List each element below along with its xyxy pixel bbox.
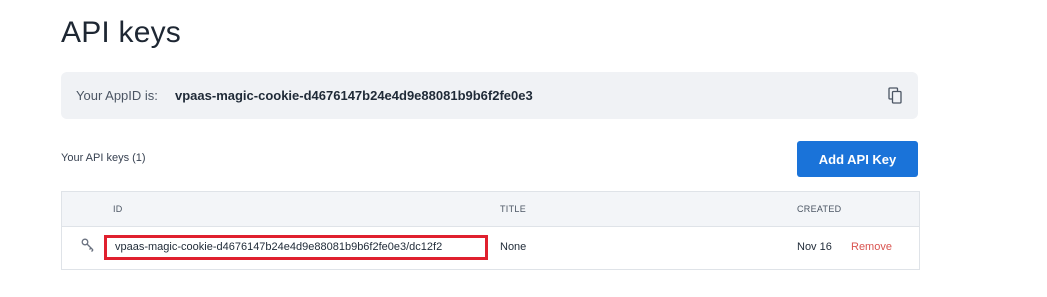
table-row: vpaas-magic-cookie-d4676147b24e4d9e88081… bbox=[62, 227, 919, 270]
table-header: ID TITLE CREATED bbox=[62, 192, 919, 227]
api-keys-page: API keys Your AppID is: vpaas-magic-cook… bbox=[0, 0, 1047, 297]
api-key-title: None bbox=[500, 241, 527, 253]
page-title: API keys bbox=[61, 16, 181, 49]
column-header-title: TITLE bbox=[500, 204, 527, 214]
api-key-created: Nov 16 bbox=[797, 241, 832, 253]
appid-value: vpaas-magic-cookie-d4676147b24e4d9e88081… bbox=[175, 88, 533, 103]
appid-panel: Your AppID is: vpaas-magic-cookie-d46761… bbox=[61, 72, 918, 119]
api-keys-table: ID TITLE CREATED vpaas-magic-cookie-d467… bbox=[61, 191, 920, 270]
add-api-key-button[interactable]: Add API Key bbox=[797, 141, 918, 177]
key-icon bbox=[80, 237, 96, 253]
copy-icon[interactable] bbox=[888, 87, 902, 104]
appid-label: Your AppID is: bbox=[76, 88, 158, 103]
remove-link[interactable]: Remove bbox=[851, 241, 892, 253]
api-keys-count: Your API keys (1) bbox=[61, 152, 146, 164]
column-header-id: ID bbox=[113, 204, 123, 214]
column-header-created: CREATED bbox=[797, 204, 842, 214]
api-key-id[interactable]: vpaas-magic-cookie-d4676147b24e4d9e88081… bbox=[104, 235, 488, 260]
